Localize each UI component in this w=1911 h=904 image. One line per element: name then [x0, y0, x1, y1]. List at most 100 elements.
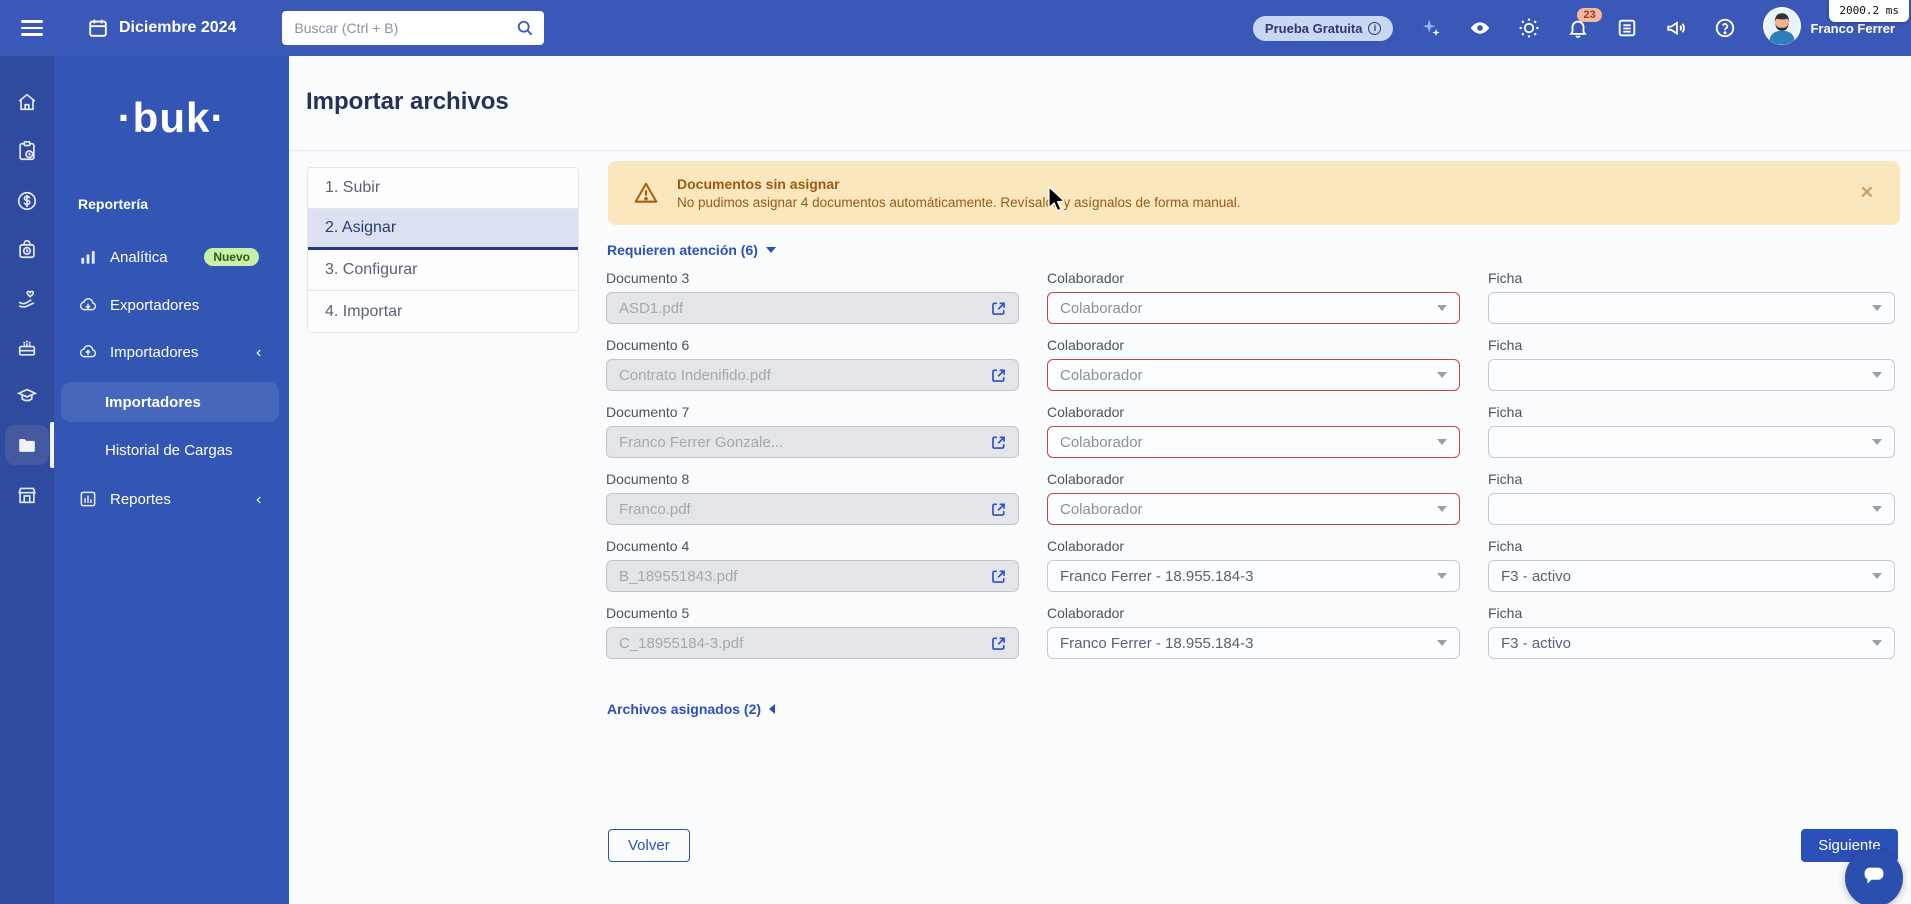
collaborator-select[interactable]: Franco Ferrer - 18.955.184-3 [1047, 560, 1460, 592]
ficha-select[interactable] [1488, 292, 1895, 324]
collaborator-select[interactable]: Colaborador [1047, 493, 1460, 525]
chevron-down-icon [1872, 506, 1882, 512]
collaborator-select[interactable]: Colaborador [1047, 359, 1460, 391]
cloud-download-icon [78, 295, 98, 315]
assigned-group-toggle[interactable]: Archivos asignados (2) [607, 701, 776, 717]
open-in-new-icon[interactable] [989, 366, 1008, 385]
step-configurar[interactable]: 3. Configurar [308, 250, 578, 291]
clipboard-clock-icon[interactable] [16, 140, 38, 162]
megaphone-icon[interactable] [1665, 17, 1687, 39]
collaborator-value: Colaborador [1060, 500, 1143, 518]
hand-heart-icon[interactable] [16, 288, 38, 310]
step-subir[interactable]: 1. Subir [308, 168, 578, 209]
document-file-name: Franco Ferrer Gonzale... [619, 433, 784, 451]
global-search [282, 11, 545, 45]
warning-banner: Documentos sin asignar No pudimos asigna… [608, 161, 1900, 225]
eye-icon[interactable] [1469, 17, 1491, 39]
sidebar-section-title: Reportería [78, 196, 149, 212]
documents-grid: Documento 3 ASD1.pdf Colaborador Colabor… [606, 270, 1895, 659]
cloud-upload-icon [78, 342, 98, 362]
ficha-select[interactable] [1488, 359, 1895, 391]
ficha-label: Ficha [1488, 404, 1523, 420]
period-selector[interactable]: Diciembre 2024 [87, 17, 236, 39]
sparkles-icon[interactable] [1420, 17, 1442, 39]
benefits-icon[interactable] [16, 336, 38, 358]
document-row: Documento 6 Contrato Indenifido.pdf [606, 337, 1019, 391]
open-in-new-icon[interactable] [989, 500, 1008, 519]
sidebar-subitem-label: Importadores [105, 393, 201, 411]
search-icon[interactable] [515, 18, 535, 43]
close-icon[interactable]: ✕ [1856, 179, 1878, 207]
assigned-group-label: Archivos asignados (2) [607, 701, 762, 717]
document-file-name: ASD1.pdf [619, 299, 684, 317]
calendar-icon [87, 17, 109, 39]
attention-group-toggle[interactable]: Requieren atención (6) [607, 242, 776, 258]
folder-icon[interactable] [16, 434, 38, 456]
collaborator-select[interactable]: Colaborador [1047, 426, 1460, 458]
main-content: Importar archivos 1. Subir 2. Asignar 3.… [289, 56, 1911, 904]
marketplace-icon[interactable] [16, 484, 38, 506]
ficha-label: Ficha [1488, 471, 1523, 487]
collaborator-cell: Colaborador Colaborador [1047, 337, 1460, 391]
dollar-icon[interactable] [16, 190, 38, 212]
collaborator-value: Franco Ferrer - 18.955.184-3 [1060, 567, 1254, 585]
sidebar-item-label: Analítica [110, 248, 168, 266]
help-icon[interactable] [1714, 17, 1736, 39]
ficha-label: Ficha [1488, 270, 1523, 286]
collaborator-value: Colaborador [1060, 366, 1143, 384]
ficha-select[interactable] [1488, 493, 1895, 525]
sidebar-subitem-importadores[interactable]: Importadores [61, 382, 279, 422]
buk-logo[interactable]: ·buk· [54, 94, 289, 142]
chat-bubble-icon [1859, 861, 1889, 896]
warning-title: Documentos sin asignar [677, 176, 840, 192]
sidebar-item-reportes[interactable]: Reportes [54, 482, 289, 516]
gear-icon[interactable] [1518, 17, 1540, 39]
document-file-field: Contrato Indenifido.pdf [606, 359, 1019, 391]
ficha-value: F3 - activo [1501, 634, 1572, 652]
bell-icon[interactable]: 23 [1567, 8, 1602, 39]
home-icon[interactable] [16, 91, 38, 113]
collaborator-cell: Colaborador Franco Ferrer - 18.955.184-3 [1047, 538, 1460, 592]
topbar-actions: Prueba Gratuita i 23 Franco Ferrer [1252, 6, 1911, 50]
document-file-name: Franco.pdf [619, 500, 691, 518]
document-row: Documento 4 B_189551843.pdf [606, 538, 1019, 592]
sidebar-item-exportadores[interactable]: Exportadores [54, 288, 289, 322]
collaborator-select[interactable]: Franco Ferrer - 18.955.184-3 [1047, 627, 1460, 659]
open-in-new-icon[interactable] [989, 433, 1008, 452]
document-file-name: C_18955184-3.pdf [619, 634, 744, 652]
collaborator-cell: Colaborador Colaborador [1047, 270, 1460, 324]
back-button[interactable]: Volver [608, 829, 690, 862]
document-label: Documento 6 [606, 337, 690, 353]
sidebar-item-analitica[interactable]: Analítica Nuevo [54, 240, 289, 274]
ficha-select[interactable] [1488, 426, 1895, 458]
trial-label: Prueba Gratuita [1264, 20, 1363, 36]
trial-pill[interactable]: Prueba Gratuita i [1252, 15, 1394, 41]
sidebar-subitem-historial-de-cargas[interactable]: Historial de Cargas [61, 430, 279, 470]
bag-clock-icon[interactable] [16, 238, 38, 260]
warning-texts: Documentos sin asignar No pudimos asigna… [677, 176, 1241, 210]
chevron-down-icon [1872, 573, 1882, 579]
document-file-name: B_189551843.pdf [619, 567, 738, 585]
document-label: Documento 4 [606, 538, 690, 554]
list-icon[interactable] [1616, 17, 1638, 39]
open-in-new-icon[interactable] [989, 299, 1008, 318]
collaborator-label: Colaborador [1047, 471, 1125, 487]
document-row: Documento 3 ASD1.pdf [606, 270, 1019, 324]
hamburger-icon[interactable] [21, 16, 43, 40]
chevron-down-icon [765, 247, 776, 253]
education-icon[interactable] [16, 385, 38, 407]
step-importar[interactable]: 4. Importar [308, 291, 578, 332]
search-input[interactable] [282, 11, 545, 45]
step-asignar[interactable]: 2. Asignar [308, 209, 578, 250]
sidebar-item-label: Reportes [110, 490, 171, 508]
topbar: Diciembre 2024 Prueba Gratuita i 23 [0, 0, 1911, 56]
ficha-select[interactable]: F3 - activo [1488, 627, 1895, 659]
ficha-select[interactable]: F3 - activo [1488, 560, 1895, 592]
open-in-new-icon[interactable] [989, 567, 1008, 586]
document-label: Documento 3 [606, 270, 690, 286]
collaborator-select[interactable]: Colaborador [1047, 292, 1460, 324]
sidebar-item-importadores[interactable]: Importadores [54, 335, 289, 369]
sidebar-subitem-label: Historial de Cargas [105, 441, 233, 459]
chat-launcher[interactable] [1845, 849, 1903, 904]
open-in-new-icon[interactable] [989, 634, 1008, 653]
